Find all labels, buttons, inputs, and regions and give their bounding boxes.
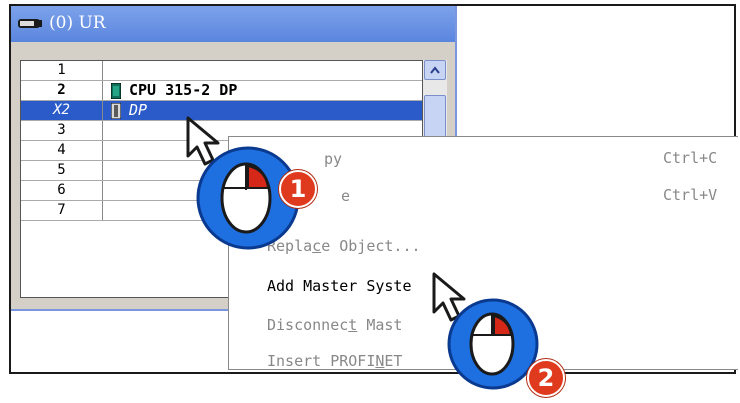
slot-cell: 5 xyxy=(21,161,103,180)
slot-cell: X2 xyxy=(21,101,103,120)
module-cell xyxy=(105,61,422,80)
menu-item-label: py xyxy=(324,150,343,168)
slot-cell: 4 xyxy=(21,141,103,160)
menu-item-label: Mast xyxy=(357,316,403,334)
slot-cell: 1 xyxy=(21,61,103,80)
slot-cell: 3 xyxy=(21,121,103,140)
menu-item-copy[interactable]: py xyxy=(324,147,342,171)
step-badge-2: 2 xyxy=(527,359,565,397)
module-cell: CPU 315-2 DP xyxy=(105,81,422,100)
menu-item-label: Add Master Syste xyxy=(267,277,412,295)
dp-interface-icon xyxy=(111,102,121,119)
scroll-up-button[interactable] xyxy=(424,60,446,80)
module-cell: DP xyxy=(105,101,422,120)
table-row[interactable]: 1 xyxy=(21,61,422,81)
menu-item-label: ET xyxy=(384,352,403,370)
slot-cell: 7 xyxy=(21,201,103,220)
menu-item-label: e xyxy=(341,187,351,205)
menu-item-paste[interactable]: e xyxy=(341,184,350,208)
menu-item-label: e Object... xyxy=(321,237,421,255)
menu-item-label: Insert PROFI xyxy=(267,352,376,370)
accelerator-key: t xyxy=(348,316,358,334)
menu-item-insert-profinet[interactable]: Insert PROFINET xyxy=(267,349,402,373)
module-name: CPU 315-2 DP xyxy=(129,81,238,99)
cpu-module-icon xyxy=(111,82,121,99)
slot-cell: 2 xyxy=(21,81,103,100)
menu-item-add-master-system[interactable]: Add Master Syste xyxy=(267,274,412,298)
accelerator-key: c xyxy=(312,237,322,255)
slot-cell: 6 xyxy=(21,181,103,200)
shortcut-copy: Ctrl+C xyxy=(663,149,718,167)
menu-item-label: Disconnec xyxy=(267,316,349,334)
step-badge-1: 1 xyxy=(279,170,317,208)
module-name: DP xyxy=(129,101,148,119)
rack-title-bar: (0) UR xyxy=(11,6,455,42)
rack-title: (0) UR xyxy=(49,13,106,33)
shortcut-paste: Ctrl+V xyxy=(663,186,718,204)
table-row[interactable]: 2 CPU 315-2 DP xyxy=(21,81,422,101)
rack-icon xyxy=(18,19,42,28)
chevron-up-icon xyxy=(430,66,440,74)
